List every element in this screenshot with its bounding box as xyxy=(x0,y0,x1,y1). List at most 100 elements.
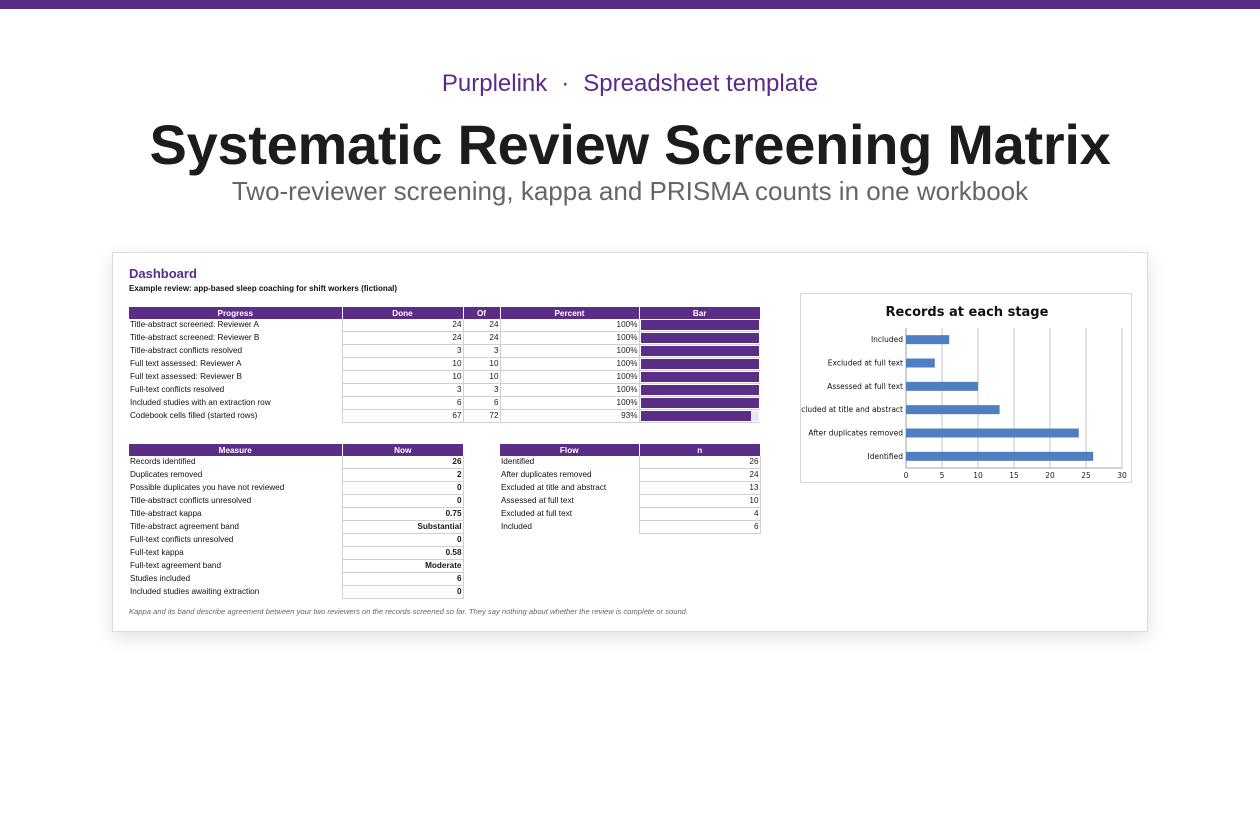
chart-x-tick-label: 15 xyxy=(1009,471,1019,480)
measure-row: Full-text kappa 0.58 xyxy=(129,546,464,560)
chart-x-tick-label: 20 xyxy=(1045,471,1055,480)
progress-percent: 100% xyxy=(499,370,640,384)
measure-value: 0 xyxy=(341,585,464,599)
spreadsheet-preview: Dashboard Example review: app-based slee… xyxy=(112,252,1148,632)
progress-bar-track xyxy=(640,385,759,395)
progress-percent: 100% xyxy=(499,319,640,332)
chart-category-label: Identified xyxy=(868,452,904,461)
progress-bar-cell xyxy=(639,409,760,423)
measure-value: 0 xyxy=(341,533,464,547)
measure-value: 26 xyxy=(341,456,464,469)
measure-label: Full-text kappa xyxy=(130,548,184,557)
progress-label: Title-abstract conflicts resolved xyxy=(130,346,243,355)
progress-header-of: Of xyxy=(463,307,501,319)
measure-label: Title-abstract kappa xyxy=(130,509,202,518)
flow-value: 24 xyxy=(638,468,761,482)
progress-row: Codebook cells filled (started rows) 67 72… xyxy=(129,409,760,423)
flow-value: 4 xyxy=(638,507,761,521)
measures-header-now: Now xyxy=(342,444,463,456)
measure-row: Title-abstract agreement band Substantial xyxy=(129,520,464,534)
progress-done: 24 xyxy=(341,319,464,332)
brand-tagline: Spreadsheet template xyxy=(583,70,819,97)
progress-bar-cell xyxy=(639,344,760,358)
measures-header-label: Measure xyxy=(129,444,343,456)
measure-label: Records identified xyxy=(130,457,196,467)
chart-bar xyxy=(906,428,1079,438)
flow-header-row: Flow n xyxy=(500,444,760,456)
progress-header-done: Done xyxy=(342,307,464,319)
measure-label: Duplicates removed xyxy=(130,470,203,479)
flow-label: Excluded at full text xyxy=(501,509,572,518)
progress-of: 72 xyxy=(462,409,501,423)
progress-done: 6 xyxy=(341,396,464,410)
page-subtitle: Two-reviewer screening, kappa and PRISMA… xyxy=(231,176,1029,206)
progress-row: Title-abstract screened: Reviewer B 24 24 1… xyxy=(129,331,760,345)
measure-label: Title-abstract conflicts unresolved xyxy=(130,496,252,505)
progress-row: Full-text conflicts resolved 3 3 100% xyxy=(129,383,760,397)
progress-done: 24 xyxy=(341,331,464,345)
progress-bar-cell xyxy=(639,370,760,384)
records-stage-chart: Records at each stage 0 5 10 15 20 25 30 Include… xyxy=(800,293,1132,483)
progress-bar-track xyxy=(640,359,759,369)
measure-row: Records identified 26 xyxy=(129,456,464,469)
chart-x-tick-label: 0 xyxy=(904,471,909,480)
page-title: Systematic Review Screening Matrix xyxy=(149,113,1111,176)
progress-percent: 93% xyxy=(499,409,640,423)
measure-value: Substantial xyxy=(341,520,464,534)
progress-label: Full-text conflicts resolved xyxy=(130,385,225,394)
flow-row: Excluded at title and abstract 13 xyxy=(500,481,761,495)
progress-of: 3 xyxy=(462,383,501,397)
flow-row: Identified 26 xyxy=(500,456,761,469)
progress-header-row: Progress Done Of Percent Bar xyxy=(129,307,760,319)
flow-value: 13 xyxy=(638,481,761,495)
progress-bar-cell xyxy=(639,331,760,345)
flow-row: After duplicates removed 24 xyxy=(500,468,761,482)
chart-bar xyxy=(906,451,1094,461)
measures-header-row: Measure Now xyxy=(129,444,463,456)
chart-x-tick-label: 10 xyxy=(973,471,983,480)
kappa-footnote: Kappa and its band describe agreement be… xyxy=(129,607,689,616)
flow-table: Flow n Identified 26 After duplicates remo… xyxy=(500,444,761,534)
dashboard-subtitle: Example review: app-based sleep coaching… xyxy=(129,284,398,293)
progress-done: 67 xyxy=(341,409,464,423)
progress-bar-cell xyxy=(639,357,760,371)
eyebrow-separator: · xyxy=(561,70,570,97)
measure-row: Full-text conflicts unresolved 0 xyxy=(129,533,464,547)
measure-value: 0.75 xyxy=(341,507,464,521)
chart-x-tick-label: 25 xyxy=(1081,471,1091,480)
progress-bar-fill xyxy=(640,346,759,356)
progress-bar-fill xyxy=(640,385,759,395)
measure-value: 0 xyxy=(341,494,464,508)
progress-percent: 100% xyxy=(499,344,640,358)
progress-bar-cell xyxy=(639,383,760,397)
measure-row: Studies included 6 xyxy=(129,572,464,586)
progress-bar-track xyxy=(640,346,759,356)
progress-label: Codebook cells filled (started rows) xyxy=(130,411,258,420)
progress-bar-track xyxy=(640,372,759,382)
progress-bar-track xyxy=(640,320,759,330)
progress-of: 24 xyxy=(462,319,501,332)
flow-label: Included xyxy=(501,522,532,531)
progress-percent: 100% xyxy=(499,396,640,410)
flow-label: Excluded at title and abstract xyxy=(501,483,607,492)
measure-value: 6 xyxy=(341,572,464,586)
progress-bar-cell xyxy=(639,396,760,410)
progress-bar-cell xyxy=(639,319,760,332)
progress-label: Title-abstract screened: Reviewer A xyxy=(130,320,259,330)
progress-done: 3 xyxy=(341,383,464,397)
progress-header-percent: Percent xyxy=(500,307,640,319)
progress-percent: 100% xyxy=(499,383,640,397)
top-accent-bar xyxy=(0,0,1260,9)
progress-label: Full text assessed: Reviewer B xyxy=(130,372,242,381)
progress-label: Full text assessed: Reviewer A xyxy=(130,359,242,368)
measure-value: 2 xyxy=(341,468,464,482)
progress-bar-fill xyxy=(640,333,759,343)
progress-row: Title-abstract screened: Reviewer A 24 24 1… xyxy=(129,319,760,332)
measure-row: Title-abstract kappa 0.75 xyxy=(129,507,464,521)
progress-header-label: Progress xyxy=(129,307,343,319)
chart-category-label: Included xyxy=(871,335,903,344)
measure-row: Possible duplicates you have not reviewe… xyxy=(129,481,464,495)
progress-of: 24 xyxy=(462,331,501,345)
progress-of: 6 xyxy=(462,396,501,410)
progress-of: 10 xyxy=(462,357,501,371)
